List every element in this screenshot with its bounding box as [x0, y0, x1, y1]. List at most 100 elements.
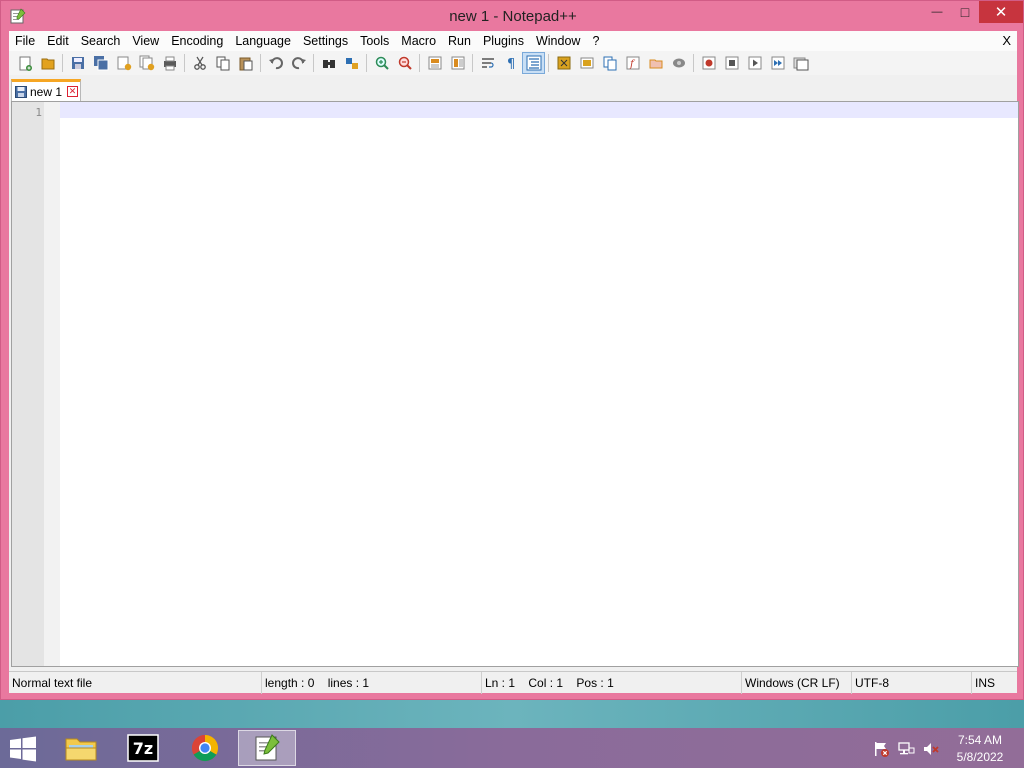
zoom-in-icon: [375, 56, 389, 70]
menu-encoding[interactable]: Encoding: [165, 31, 229, 51]
menu-edit[interactable]: Edit: [41, 31, 75, 51]
action-center-flag-icon[interactable]: [872, 740, 890, 758]
print-icon: [163, 56, 176, 71]
status-length: length : 0: [265, 676, 315, 690]
toolbar-record-macro-button[interactable]: [697, 52, 720, 74]
toolbar-folder-workspace-button[interactable]: [644, 52, 667, 74]
network-icon[interactable]: [897, 740, 915, 758]
menu-view[interactable]: View: [126, 31, 165, 51]
close-window-button[interactable]: ✕: [979, 1, 1023, 23]
toolbar-separator: [184, 54, 185, 72]
toolbar-monitoring-button[interactable]: [667, 52, 690, 74]
copy-icon: [216, 56, 229, 71]
notepad-icon: [255, 734, 280, 761]
status-file-type: Normal text file: [12, 676, 93, 690]
toolbar-redo-button[interactable]: [287, 52, 310, 74]
toolbar-indent-guide-button[interactable]: [522, 52, 545, 74]
minimize-button[interactable]: —: [923, 1, 951, 23]
windows-start-icon[interactable]: [8, 736, 38, 762]
toolbar-replace-button[interactable]: [340, 52, 363, 74]
toolbar-zoom-out-button[interactable]: [393, 52, 416, 74]
fold-margin[interactable]: [44, 102, 60, 666]
toolbar-cut-button[interactable]: [188, 52, 211, 74]
toolbar-word-wrap-button[interactable]: [476, 52, 499, 74]
taskbar-chrome[interactable]: [176, 730, 234, 766]
chrome-icon: [191, 734, 219, 762]
status-pos: Pos : 1: [576, 676, 614, 690]
maximize-button[interactable]: □: [951, 1, 979, 23]
menu-macro[interactable]: Macro: [395, 31, 442, 51]
menu-settings[interactable]: Settings: [297, 31, 354, 51]
toolbar-play-macro-button[interactable]: [743, 52, 766, 74]
menu-help[interactable]: ?: [586, 31, 605, 51]
text-input-area[interactable]: [60, 118, 1018, 666]
tab-new-1[interactable]: new 1 ✕: [11, 79, 81, 101]
menu-bar: File Edit Search View Encoding Language …: [9, 31, 1017, 51]
toolbar-zoom-in-button[interactable]: [370, 52, 393, 74]
cut-icon: [193, 56, 206, 70]
toolbar-separator: [548, 54, 549, 72]
toolbar-find-button[interactable]: [317, 52, 340, 74]
toolbar-udl-button[interactable]: [552, 52, 575, 74]
line-number: 1: [35, 106, 42, 119]
app-client-area: File Edit Search View Encoding Language …: [9, 31, 1019, 694]
toolbar-close-all-button[interactable]: [135, 52, 158, 74]
tab-close-icon[interactable]: ✕: [67, 86, 79, 97]
toolbar-stop-macro-button[interactable]: [720, 52, 743, 74]
status-encoding[interactable]: UTF-8: [851, 672, 971, 694]
7zip-icon: 7z: [127, 734, 159, 762]
toolbar-separator: [366, 54, 367, 72]
toolbar-save-all-button[interactable]: [89, 52, 112, 74]
save-all-icon: [93, 56, 108, 71]
toolbar-separator: [419, 54, 420, 72]
system-clock[interactable]: 7:54 AM 5/8/2022: [944, 732, 1016, 766]
svg-text:¶: ¶: [507, 57, 515, 71]
function-list-icon: f: [626, 56, 639, 70]
taskbar-7zip[interactable]: 7z: [114, 730, 172, 766]
taskbar-notepad-plus-plus[interactable]: [238, 730, 296, 766]
toolbar-undo-button[interactable]: [264, 52, 287, 74]
menu-language[interactable]: Language: [229, 31, 297, 51]
menu-run[interactable]: Run: [442, 31, 477, 51]
toolbar-print-button[interactable]: [158, 52, 181, 74]
toolbar-close-button[interactable]: [112, 52, 135, 74]
title-bar[interactable]: new 1 - Notepad++ — □ ✕: [1, 1, 1024, 31]
toolbar-save-button[interactable]: [66, 52, 89, 74]
menu-search[interactable]: Search: [75, 31, 127, 51]
toolbar-new-file-button[interactable]: [13, 52, 36, 74]
toolbar-function-list-button[interactable]: f: [621, 52, 644, 74]
play-macro-icon: [748, 56, 761, 70]
tab-label: new 1: [30, 84, 63, 99]
toolbar-copy-button[interactable]: [211, 52, 234, 74]
toolbar-doc-map-button[interactable]: [575, 52, 598, 74]
open-file-icon: [41, 58, 54, 70]
toolbar-save-macro-button[interactable]: [789, 52, 812, 74]
show-all-chars-icon: ¶: [507, 57, 515, 71]
taskbar-main: 7z 7:54 AM 5/8/2022: [0, 728, 1024, 768]
save-macro-icon: [793, 57, 808, 71]
menu-tools[interactable]: Tools: [354, 31, 395, 51]
toolbar-separator: [693, 54, 694, 72]
menu-window[interactable]: Window: [530, 31, 586, 51]
toolbar-sync-vertical-button[interactable]: [423, 52, 446, 74]
close-document-button[interactable]: X: [1002, 33, 1011, 48]
editor-area[interactable]: 1: [11, 101, 1019, 667]
status-eol[interactable]: Windows (CR LF): [741, 672, 851, 694]
volume-muted-icon[interactable]: [922, 740, 940, 758]
toolbar-run-macro-multiple-button[interactable]: [766, 52, 789, 74]
status-mode[interactable]: INS: [971, 672, 1017, 694]
toolbar-show-all-chars-button[interactable]: ¶: [499, 52, 522, 74]
toolbar-open-file-button[interactable]: [36, 52, 59, 74]
redo-icon: [291, 57, 306, 70]
sync-horizontal-icon: [451, 56, 464, 70]
menu-plugins[interactable]: Plugins: [477, 31, 530, 51]
folder-icon: [65, 738, 97, 761]
status-lines: lines : 1: [327, 676, 370, 690]
maximize-icon: □: [960, 4, 970, 20]
taskbar-file-explorer[interactable]: [52, 730, 110, 766]
toolbar-doc-list-button[interactable]: [598, 52, 621, 74]
word-wrap-icon: [481, 58, 494, 68]
menu-file[interactable]: File: [9, 31, 41, 51]
toolbar-paste-button[interactable]: [234, 52, 257, 74]
toolbar-sync-horizontal-button[interactable]: [446, 52, 469, 74]
